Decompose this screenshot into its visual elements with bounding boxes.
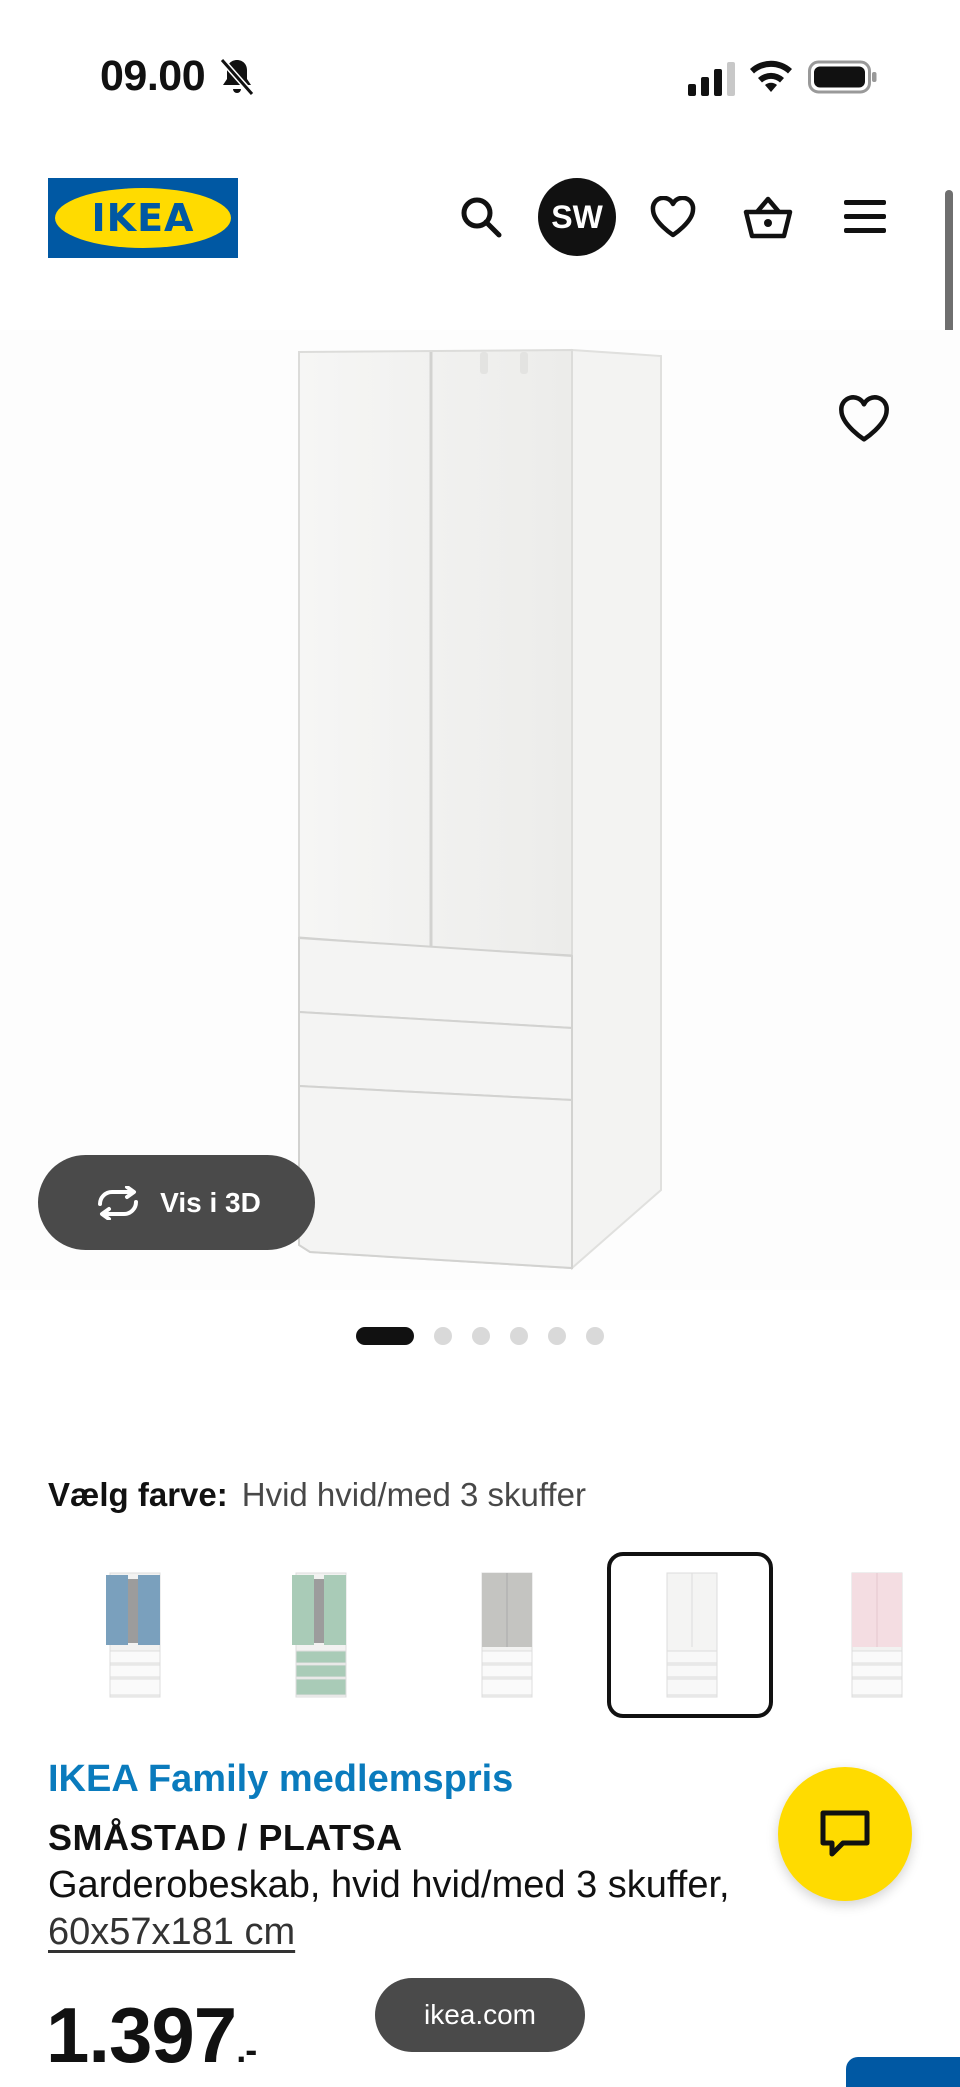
pagination-dot[interactable] [434,1327,452,1345]
status-time: 09.00 [100,52,206,100]
color-swatch-white[interactable] [607,1552,773,1718]
color-swatch-grey[interactable] [422,1552,588,1718]
cellular-signal-icon [688,62,735,96]
pagination-dot[interactable] [548,1327,566,1345]
menu-icon[interactable] [840,192,890,242]
product-price: 1.397.- [46,1990,257,2081]
pagination-dot[interactable] [356,1327,414,1345]
add-to-favourites-icon[interactable] [838,395,890,447]
ikea-logo[interactable]: IKEA [48,178,238,258]
view-in-3d-label: Vis i 3D [160,1186,261,1218]
chat-icon [820,1810,870,1857]
rotate-3d-icon [98,1185,139,1220]
family-price-label: IKEA Family medlemspris [48,1758,514,1800]
bell-off-icon [219,58,255,96]
product-image[interactable] [0,330,960,1290]
wardrobe-illustration [0,330,960,1290]
view-in-3d-button[interactable]: Vis i 3D [38,1155,315,1250]
color-value: Hvid hvid/med 3 skuffer [241,1476,586,1513]
color-label: Vælg farve: [48,1476,228,1513]
pagination-dot[interactable] [510,1327,528,1345]
wifi-icon [750,60,792,92]
color-swatches [0,1552,960,1718]
color-swatch-pink[interactable] [792,1552,958,1718]
search-icon[interactable] [456,192,506,242]
status-bar: 09.00 [0,0,960,150]
pagination-dot[interactable] [586,1327,604,1345]
battery-icon [808,60,877,94]
price-suffix: .- [236,2029,257,2070]
product-dimensions-link[interactable]: 60x57x181 cm [48,1911,295,1954]
user-avatar[interactable]: SW [538,178,616,256]
chat-button[interactable] [778,1767,912,1901]
browser-url-pill[interactable]: ikea.com [375,1978,585,2052]
heart-icon[interactable] [648,192,698,242]
pagination-dot[interactable] [472,1327,490,1345]
product-name: SMÅSTAD / PLATSA [48,1817,403,1858]
add-to-cart-button[interactable] [846,2057,960,2087]
price-value: 1.397 [46,1991,237,2079]
site-header: IKEA SW [0,170,960,270]
image-pagination [0,1326,960,1346]
color-selector-label: Vælg farve: Hvid hvid/med 3 skuffer [48,1476,586,1514]
color-swatch-mint[interactable] [236,1552,402,1718]
product-description: Garderobeskab, hvid hvid/med 3 skuffer, [48,1864,730,1906]
color-swatch-blue[interactable] [50,1552,216,1718]
shopping-basket-icon[interactable] [743,192,793,242]
